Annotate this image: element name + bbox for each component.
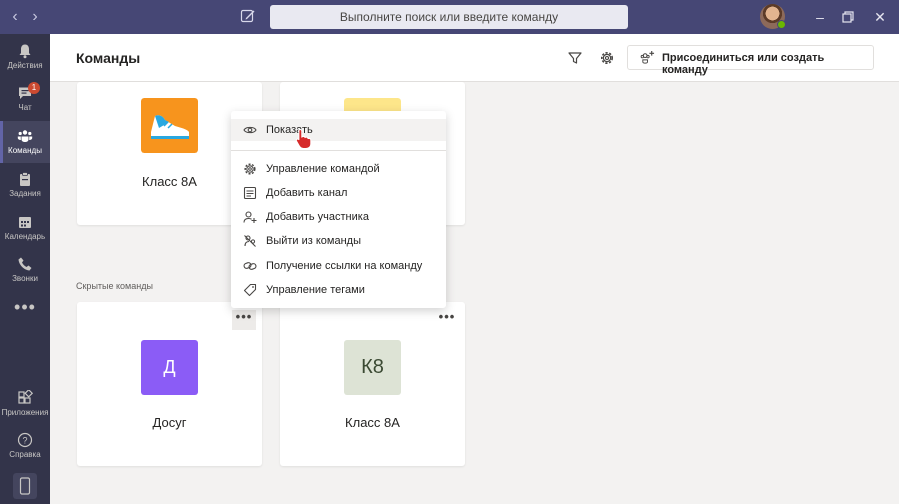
context-menu: Показать Управление командой Добавить ка… bbox=[231, 111, 446, 308]
rail-label: Звонки bbox=[12, 274, 38, 283]
hand-cursor-icon bbox=[295, 128, 312, 149]
menu-item-add-member[interactable]: Добавить участника bbox=[231, 206, 446, 228]
rail-label: Приложения bbox=[1, 408, 49, 417]
forward-arrow-icon[interactable]: › bbox=[26, 8, 44, 26]
title-bar: ‹ › Выполните поиск или введите команду … bbox=[0, 0, 899, 34]
join-button-label: Присоединиться или создать команду bbox=[662, 52, 825, 76]
notification-badge: 1 bbox=[28, 82, 40, 94]
rail-item-calls[interactable]: Звонки bbox=[0, 249, 50, 291]
rail-label: Задания bbox=[9, 189, 41, 198]
team-card[interactable]: ••• Д Досуг bbox=[77, 302, 262, 466]
sneaker-image bbox=[141, 98, 198, 153]
more-options-button[interactable]: ••• bbox=[435, 310, 459, 330]
rail-item-assignments[interactable]: Задания bbox=[0, 164, 50, 206]
rail-item-teams[interactable]: Команды bbox=[0, 121, 50, 163]
tag-icon bbox=[243, 283, 257, 297]
filter-icon[interactable] bbox=[567, 50, 583, 66]
restore-icon[interactable] bbox=[840, 9, 856, 25]
menu-item-manage-team[interactable]: Управление командой bbox=[231, 158, 446, 180]
more-apps-button[interactable]: ••• bbox=[0, 297, 50, 318]
bell-icon bbox=[19, 44, 31, 59]
menu-divider bbox=[231, 150, 446, 151]
menu-item-label: Добавить канал bbox=[266, 187, 348, 199]
rail-label: Команды bbox=[8, 146, 42, 155]
menu-item-label: Выйти из команды bbox=[266, 235, 362, 247]
team-avatar-tile: Д bbox=[141, 340, 198, 395]
rail-label: Справка bbox=[9, 450, 41, 459]
phone-icon bbox=[18, 257, 32, 271]
menu-item-show[interactable]: Показать bbox=[231, 119, 446, 141]
more-options-button[interactable]: ••• bbox=[232, 310, 256, 330]
team-avatar-tile: К8 bbox=[344, 340, 401, 395]
rail-item-calendar[interactable]: Календарь bbox=[0, 207, 50, 249]
search-input[interactable]: Выполните поиск или введите команду bbox=[270, 5, 628, 29]
help-icon: ? bbox=[17, 432, 33, 448]
team-name: Досуг bbox=[152, 415, 187, 430]
menu-item-get-link[interactable]: Получение ссылки на команду bbox=[231, 255, 446, 277]
mobile-device-icon[interactable] bbox=[13, 473, 37, 499]
rail-label: Действия bbox=[7, 61, 43, 70]
rail-label: Чат bbox=[18, 103, 32, 112]
menu-item-label: Добавить участника bbox=[266, 211, 369, 223]
add-person-icon bbox=[243, 211, 257, 223]
rail-item-help[interactable]: ? Справка bbox=[0, 425, 50, 467]
presence-status-icon bbox=[777, 20, 786, 29]
calendar-icon bbox=[19, 217, 31, 228]
team-card[interactable]: ••• К8 Класс 8А bbox=[280, 302, 465, 466]
menu-item-label: Получение ссылки на команду bbox=[266, 260, 423, 272]
gear-icon[interactable] bbox=[599, 50, 615, 66]
assignments-icon bbox=[20, 172, 30, 186]
section-title: Скрытые команды bbox=[76, 281, 153, 291]
menu-item-leave-team[interactable]: Выйти из команды bbox=[231, 230, 446, 252]
minimize-icon[interactable]: – bbox=[812, 9, 828, 25]
add-team-icon bbox=[640, 50, 655, 64]
page-header: Команды Присоединиться или создать коман… bbox=[50, 34, 899, 82]
leave-icon bbox=[244, 235, 256, 247]
app-bar: Действия Чат 1 Команды Задания Календарь… bbox=[0, 34, 50, 504]
teams-icon bbox=[17, 130, 33, 142]
rail-item-apps[interactable]: Приложения bbox=[0, 383, 50, 425]
team-name: Класс 8А bbox=[345, 415, 400, 430]
menu-item-manage-tags[interactable]: Управление тегами bbox=[231, 279, 446, 301]
menu-item-add-channel[interactable]: Добавить канал bbox=[231, 182, 446, 204]
menu-item-label: Управление тегами bbox=[266, 284, 365, 296]
join-or-create-team-button[interactable]: Присоединиться или создать команду bbox=[627, 45, 874, 76]
rail-item-activity[interactable]: Действия bbox=[0, 36, 50, 78]
page-title: Команды bbox=[76, 50, 141, 66]
close-icon[interactable]: ✕ bbox=[872, 9, 888, 25]
link-icon bbox=[243, 262, 257, 270]
svg-text:?: ? bbox=[22, 436, 27, 446]
eye-icon bbox=[243, 126, 257, 134]
back-arrow-icon[interactable]: ‹ bbox=[6, 8, 24, 26]
gear-icon bbox=[244, 163, 256, 175]
compose-icon[interactable] bbox=[240, 8, 256, 24]
menu-item-label: Управление командой bbox=[266, 163, 380, 175]
rail-label: Календарь bbox=[4, 232, 46, 241]
channel-icon bbox=[243, 186, 257, 200]
apps-icon bbox=[18, 390, 33, 404]
rail-item-chat[interactable]: Чат 1 bbox=[0, 78, 50, 120]
